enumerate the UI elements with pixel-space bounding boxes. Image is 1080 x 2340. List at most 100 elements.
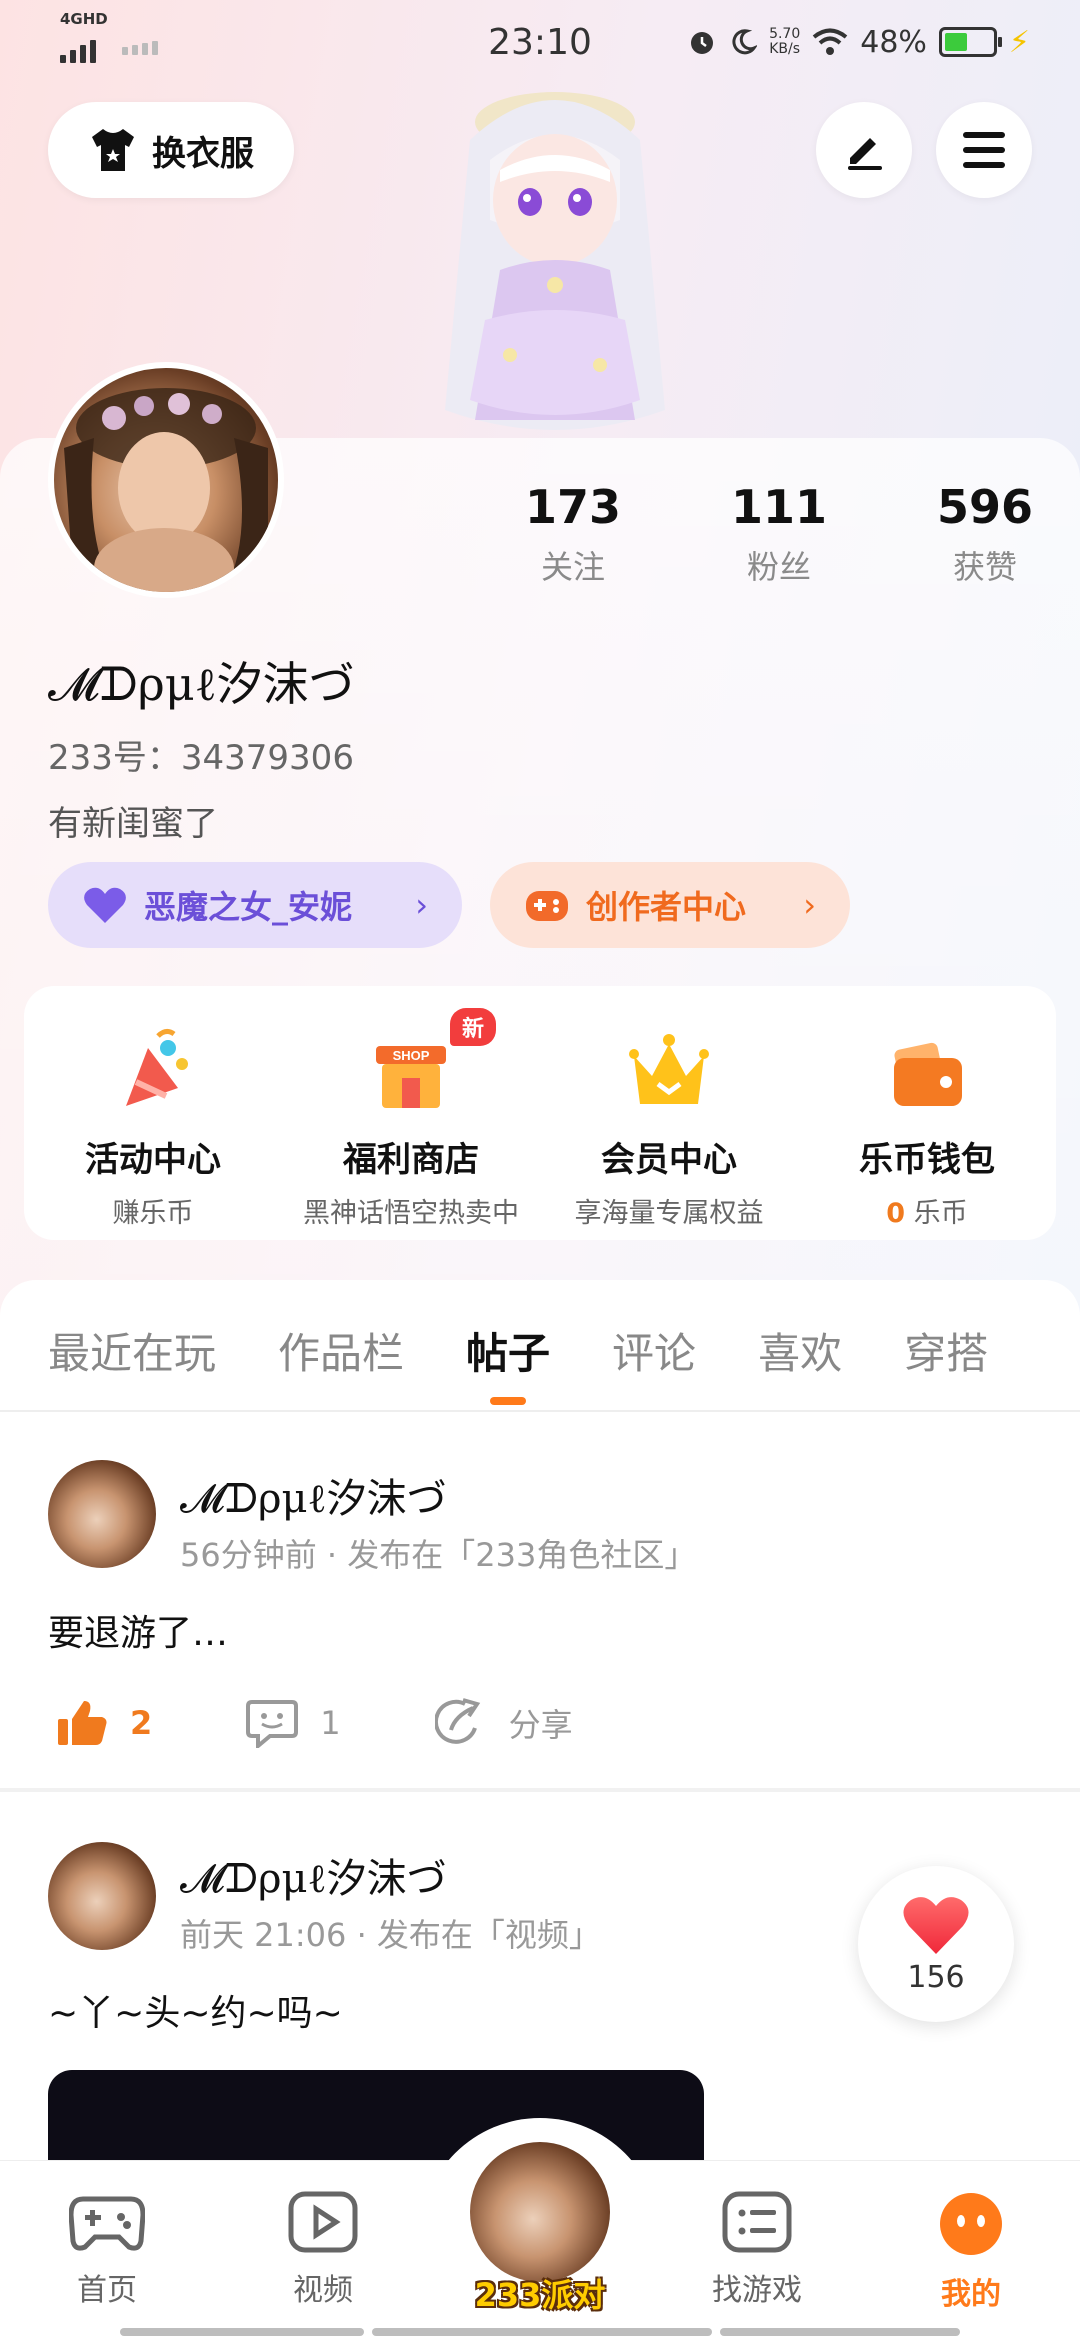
feature-shop-title: 福利商店 [343, 1140, 479, 1180]
signal-icon [60, 37, 108, 63]
share-icon [434, 1698, 480, 1744]
chevron-right-icon: › [803, 886, 816, 924]
moon-icon [732, 29, 758, 55]
feature-activity-subtitle: 赚乐币 [112, 1198, 194, 1229]
signal-2-icon [121, 29, 158, 55]
heart-icon [84, 887, 126, 923]
post-author-name[interactable]: 𝓜ᗪρμℓ汐沫づ [180, 1846, 447, 1904]
cell-signal: 4GHD [60, 11, 108, 63]
wallet-balance: 0 [886, 1198, 906, 1229]
nav-party-avatar[interactable] [470, 2142, 610, 2282]
gesture-bar-segment [372, 2328, 712, 2336]
battery-percent: 48% [860, 24, 927, 60]
tshirt-icon [92, 129, 134, 171]
nav-home-label: 首页 [77, 2273, 137, 2308]
chevron-right-icon: › [415, 886, 428, 924]
change-outfit-button[interactable]: 换衣服 [48, 102, 294, 198]
stat-followers[interactable]: 111 粉丝 [676, 480, 882, 588]
battery-fill [944, 33, 967, 51]
features-panel: 活动中心 赚乐币 新 SHOP 福利商店 黑神话悟空热卖中 会员中心 享海量专属… [24, 986, 1056, 1240]
feature-wallet[interactable]: 乐币钱包 0 乐币 [798, 986, 1056, 1240]
stat-followers-label: 粉丝 [746, 548, 811, 586]
video-icon [288, 2191, 358, 2253]
nav-video-label: 视频 [293, 2273, 353, 2308]
stat-following[interactable]: 173 关注 [470, 480, 676, 588]
post-author-avatar[interactable] [48, 1460, 156, 1568]
post-author-name[interactable]: 𝓜ᗪρμℓ汐沫づ [180, 1466, 447, 1524]
tab-comments[interactable]: 评论 [612, 1320, 696, 1381]
gesture-bar-segment [120, 2328, 364, 2336]
menu-icon [963, 132, 1005, 168]
post-text[interactable]: 要退游了… [48, 1604, 228, 1656]
tab-recently-played[interactable]: 最近在玩 [48, 1320, 216, 1381]
nav-me[interactable]: 我的 [896, 2191, 1046, 2313]
post-divider [0, 1788, 1080, 1792]
feature-vip-subtitle: 享海量专属权益 [574, 1198, 764, 1229]
stat-likes-label: 获赞 [952, 548, 1017, 586]
nav-me-label: 我的 [941, 2277, 1001, 2312]
net-speed: 5.70 KB/s [769, 27, 800, 57]
alarm-icon [691, 32, 714, 54]
tab-posts[interactable]: 帖子 [466, 1320, 550, 1381]
post-meta: 56分钟前 · 发布在「233角色社区」 [180, 1536, 697, 1574]
feature-activity-center[interactable]: 活动中心 赚乐币 [24, 986, 282, 1240]
feature-wallet-subtitle: 0 乐币 [886, 1191, 967, 1230]
gamepad-icon [526, 891, 568, 921]
status-left: 4GHD [60, 11, 158, 63]
guard-pill-label: 恶魔之女_安妮 [144, 888, 353, 926]
guard-pill-button[interactable]: 恶魔之女_安妮 › [48, 862, 462, 948]
wallet-unit: 乐币 [905, 1198, 968, 1229]
profile-uid: 233号：34379306 [48, 738, 354, 778]
feature-vip-center[interactable]: 会员中心 享海量专属权益 [540, 986, 798, 1240]
nav-home[interactable]: 首页 [32, 2191, 182, 2309]
comment-icon [246, 1700, 299, 1748]
net-speed-unit: KB/s [769, 41, 801, 57]
post-text[interactable]: ~丫~头~约~吗~ [48, 1984, 343, 2036]
charging-icon: ⚡ [1008, 24, 1030, 60]
pen-icon [848, 138, 882, 170]
stat-following-label: 关注 [540, 548, 605, 586]
change-outfit-label: 换衣服 [152, 133, 254, 174]
nav-find-games[interactable]: 找游戏 [682, 2191, 832, 2309]
menu-button[interactable] [936, 102, 1032, 198]
status-right: 5.70 KB/s 48% ⚡ [687, 25, 1030, 60]
edit-profile-button[interactable] [816, 102, 912, 198]
tab-outfits[interactable]: 穿搭 [904, 1320, 988, 1381]
feature-welfare-shop[interactable]: 新 SHOP 福利商店 黑神话悟空热卖中 [282, 986, 540, 1240]
smiley-icon [940, 2193, 1002, 2255]
stat-followers-value: 111 [730, 480, 828, 534]
tabs-divider [0, 1410, 1080, 1412]
profile-avatar[interactable] [48, 362, 284, 598]
post-share-button[interactable]: 分享 [434, 1698, 573, 1748]
party-popper-icon [126, 1028, 188, 1106]
floating-like-button[interactable]: 156 [858, 1866, 1014, 2022]
feature-vip-title: 会员中心 [601, 1140, 737, 1180]
stat-likes-value: 596 [936, 480, 1034, 534]
crown-icon [629, 1034, 709, 1104]
post-author-avatar[interactable] [48, 1842, 156, 1950]
stat-likes[interactable]: 596 获赞 [882, 480, 1080, 588]
creator-center-button[interactable]: 创作者中心 › [490, 862, 850, 948]
stat-following-value: 173 [524, 480, 622, 534]
profile-tabs: 最近在玩 作品栏 帖子 评论 喜欢 穿搭 [48, 1320, 1050, 1381]
wifi-icon [812, 28, 848, 55]
tab-works[interactable]: 作品栏 [278, 1320, 404, 1381]
nav-video[interactable]: 视频 [248, 2191, 398, 2309]
post-like-button[interactable]: 2 [56, 1699, 152, 1747]
post-comment-button[interactable]: 1 [246, 1698, 341, 1748]
wallet-icon [894, 1042, 962, 1106]
list-icon [722, 2191, 792, 2253]
tab-likes[interactable]: 喜欢 [758, 1320, 842, 1381]
nav-find-games-label: 找游戏 [712, 2273, 802, 2308]
profile-bio: 有新闺蜜了 [48, 804, 218, 844]
post-meta: 前天 21:06 · 发布在「视频」 [180, 1916, 601, 1954]
network-type: 4GHD [60, 9, 108, 28]
post-share-label: 分享 [508, 1706, 573, 1744]
battery-icon [938, 27, 1002, 57]
profile-stats: 173 关注 111 粉丝 596 获赞 [470, 480, 1080, 588]
avatar-photo [64, 388, 268, 592]
profile-page: 4GHD 23:10 5.70 KB/s 48% ⚡ 换衣服 173 关注 11… [0, 0, 1080, 2340]
avatar-character[interactable] [390, 70, 720, 440]
nav-party-label[interactable]: 233派对 [470, 2270, 610, 2316]
post-comment-count: 1 [320, 1704, 341, 1742]
